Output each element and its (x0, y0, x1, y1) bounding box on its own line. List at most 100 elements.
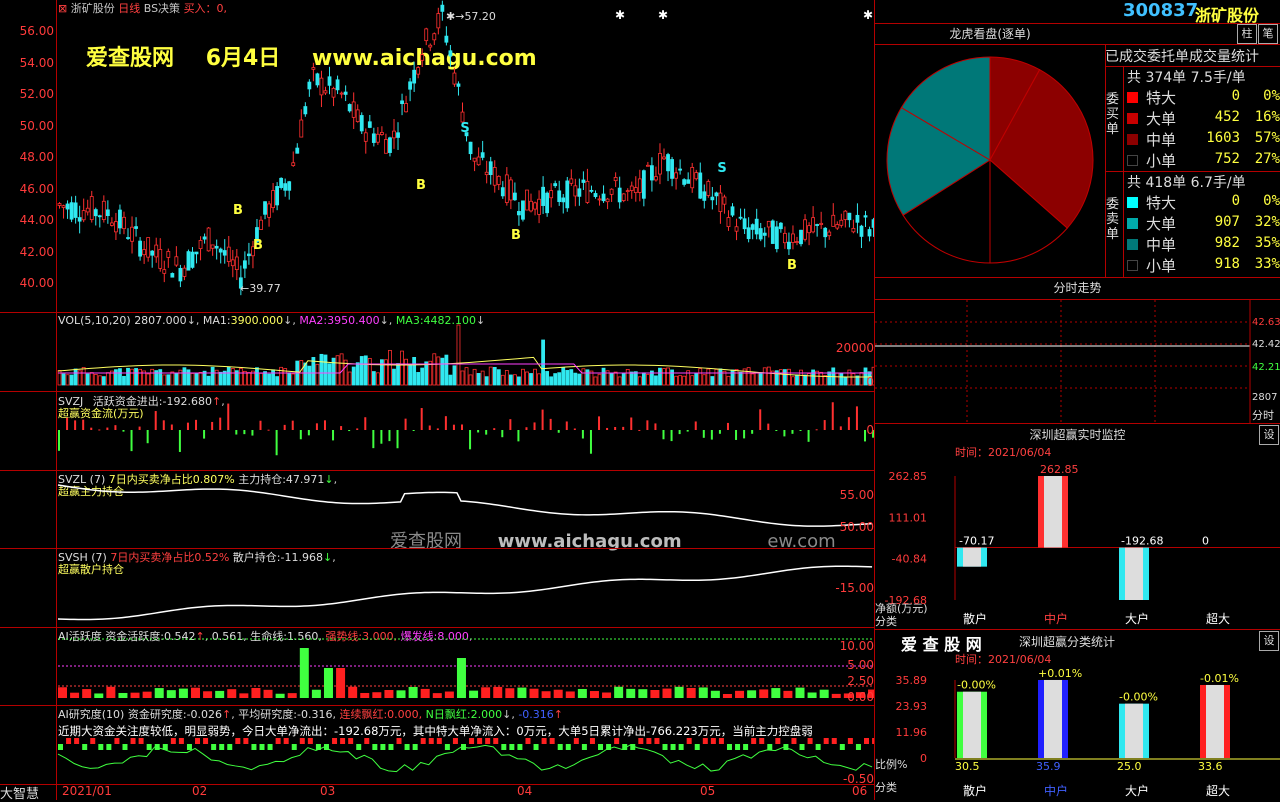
candle-body (230, 259, 235, 267)
candle-body (601, 193, 606, 202)
volume-bar (811, 369, 816, 386)
candle-body (267, 203, 271, 218)
volume-bar (432, 353, 437, 386)
research-bar (388, 744, 394, 750)
activity-bar (420, 688, 430, 698)
monitor-bar-chart: 262.85 111.01 -40.84 -192.68 -70.17 散户 262.85 中… (885, 463, 1280, 626)
volume-bar (754, 371, 759, 386)
volume-bar (750, 373, 755, 386)
candle-body (190, 251, 195, 268)
fund-flow-bar (275, 430, 278, 456)
research-bar (493, 738, 499, 744)
fund-flow-bar (525, 427, 528, 430)
candle-body (444, 35, 449, 43)
research-bar (74, 738, 80, 744)
ai-research-panel[interactable]: AI研究度(10) 资金研究度:-0.026↑, 平均研究度:-0.316, 连… (0, 706, 874, 786)
candle-body (69, 202, 74, 220)
stats-title: 已成交委托单成交量统计 (1105, 49, 1259, 65)
buy-row-name: 大单 (1146, 110, 1177, 128)
volume-bar (621, 373, 626, 386)
svzj-panel[interactable]: SVZJ 活跃资金进出:-192.680↑, 超赢资金流(万元) 0 (0, 392, 874, 470)
class-bar-sheen (963, 691, 981, 758)
volume-bar (162, 374, 167, 386)
candle-body (468, 141, 473, 155)
candle-body (118, 209, 122, 229)
svsh-panel[interactable]: SVSH (7) 7日内买卖净占比0.52% 散户持仓:-11.968↓, 超赢… (0, 549, 874, 627)
volume-bar (714, 368, 719, 386)
research-bar (404, 744, 410, 750)
main-chart-area[interactable]: ⊠ 浙矿股份 日线 BS决策 买入：0, 爱查股网 6月4日 www.aicha… (0, 0, 874, 312)
volume-bar (746, 367, 751, 386)
candle-body (625, 190, 630, 193)
candle-body (61, 205, 66, 208)
sell-row-name: 小单 (1146, 257, 1177, 275)
class-settings-button[interactable]: 设 (1259, 631, 1279, 651)
research-bar (178, 738, 184, 744)
vol-panel[interactable]: VOL(5,10,20) 2807.000↓, MA1:3900.000↓, M… (0, 313, 874, 391)
tab-bar-chart[interactable]: 柱 (1237, 24, 1257, 44)
volume-bar (93, 374, 98, 386)
research-bar (485, 738, 491, 744)
sell-row-pct: 0% (1263, 193, 1280, 209)
fund-flow-bar (348, 430, 351, 432)
monitor-category: 大户 (1125, 611, 1149, 626)
research-bar (638, 738, 644, 744)
ts-tick-high: 42.63 (1252, 317, 1280, 328)
research-bar (541, 738, 547, 744)
candle-body (670, 159, 674, 179)
candle-body (843, 210, 848, 220)
signal-b: B (416, 178, 426, 193)
candle-chart[interactable]: B B B S B S B ✱ ✱ ✱ (0, 0, 874, 312)
activity-bar (759, 689, 769, 698)
svzl-panel[interactable]: SVZL (7) 7日内买卖净占比0.807% 主力持仓:47.971↓, 超赢… (0, 471, 874, 552)
research-bar (307, 738, 313, 744)
research-bar (219, 744, 225, 750)
research-bar (436, 738, 442, 744)
candle-body (178, 268, 183, 282)
fund-flow-bar (501, 430, 504, 438)
fund-flow-bar (686, 430, 689, 432)
candle-body (206, 227, 211, 252)
volume-bar (367, 357, 372, 386)
research-bar (82, 744, 88, 750)
fund-flow-bar (718, 430, 721, 434)
fund-flow-bar (299, 430, 302, 440)
candle-body (222, 250, 227, 256)
retail-hold-line (57, 565, 873, 621)
fund-flow-bar (372, 430, 375, 449)
activity-bar (505, 688, 515, 698)
monitor-settings-button[interactable]: 设 (1259, 425, 1279, 445)
svsh-chart (57, 565, 873, 621)
timeshare-chart[interactable] (875, 300, 1280, 423)
volume-bar (61, 373, 66, 386)
candle-body (291, 162, 296, 166)
volume-bar (585, 369, 590, 386)
tab-tick-chart[interactable]: 笔 (1258, 24, 1278, 44)
research-bar (364, 738, 370, 744)
volume-bar (525, 371, 529, 386)
volume-bar (89, 372, 94, 386)
class-y-tick: 11.96 (896, 726, 928, 739)
research-bar (396, 738, 402, 744)
volume-bar (210, 366, 215, 386)
volume-bar (69, 374, 74, 386)
candle-body (811, 217, 816, 233)
ai-active-panel[interactable]: AI活跃度 资金活跃度:0.542↑, 0.561, 生命线:1.560, 强势… (0, 628, 874, 705)
volume-bar (315, 363, 320, 386)
fund-flow-bar (106, 427, 109, 430)
fund-flow-bar (332, 430, 335, 441)
class-category: 超大 (1206, 783, 1230, 798)
candle-body (150, 250, 155, 256)
activity-bar (589, 691, 599, 698)
fund-flow-bar (815, 429, 818, 431)
volume-bar (408, 365, 413, 386)
candle-body (774, 226, 779, 250)
activity-bar (251, 687, 261, 698)
candle-body (327, 76, 332, 86)
activity-bar (58, 687, 67, 698)
fund-flow-bar (356, 428, 359, 430)
volume-bar (629, 371, 634, 386)
candle-body (750, 224, 755, 230)
sell-total: 共 418单 6.7手/单 (1127, 175, 1246, 191)
candle-body (641, 170, 646, 199)
